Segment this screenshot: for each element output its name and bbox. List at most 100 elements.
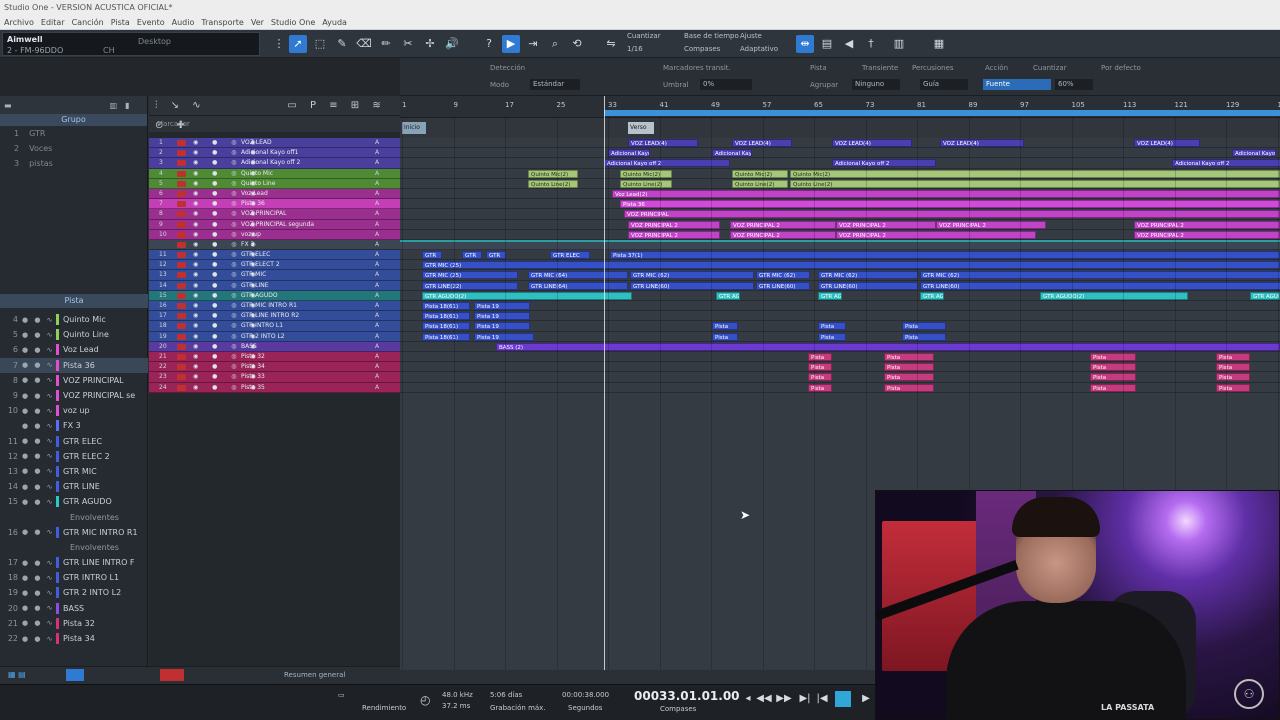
pencil-tool-icon[interactable]: ✏ — [377, 35, 395, 53]
visibility-icon[interactable]: ● ● ∿ — [22, 483, 56, 491]
audio-event[interactable]: Pista 18(61) — [422, 312, 470, 321]
track-list-row[interactable]: 12 ● ● ∿ GTR ELEC 2 — [0, 449, 148, 464]
track-header[interactable]: 17 ◉ ● ◎ ◉ GTR LINE INTRO R2 A — [149, 311, 400, 322]
umbral-field[interactable]: 0% — [700, 79, 752, 90]
visibility-icon[interactable]: ● ● ∿ — [22, 467, 56, 475]
listen-tool-icon[interactable]: 🔊 — [443, 35, 461, 53]
track-list-row[interactable]: 4 ● ● ∿ Quinto Mic — [0, 312, 148, 327]
automation-icon[interactable]: A — [375, 321, 379, 330]
record-arm-button[interactable] — [177, 160, 186, 167]
track-list-row[interactable]: ● ● ∿ FX 3 — [0, 418, 148, 433]
audio-event[interactable]: Quinto Mic(2) — [790, 169, 1280, 178]
rewind-icon[interactable]: ◀◀ — [756, 691, 772, 707]
automation-icon[interactable]: A — [375, 148, 379, 157]
audio-event[interactable]: VOZ PRINCIPAL 2 — [628, 220, 720, 229]
audio-event[interactable]: Pista — [1216, 383, 1250, 392]
automation-icon[interactable]: A — [375, 240, 379, 249]
bar-position[interactable]: 00033.01.01.00 — [634, 689, 740, 703]
fuente-percent[interactable]: 60% — [1055, 79, 1093, 90]
audio-event[interactable]: GTR MIC (62) — [756, 271, 810, 280]
audio-event[interactable]: Pista — [818, 332, 846, 341]
track-header[interactable]: 12 ◉ ● ◎ ◉ GTR ELECT 2A — [149, 260, 400, 271]
track-list-row[interactable]: 16 ● ● ∿ GTR MIC INTRO R1 — [0, 525, 148, 540]
record-arm-button[interactable] — [177, 272, 186, 279]
track-header[interactable]: 10 ◉ ● ◎ ◉ voz up A — [149, 229, 400, 240]
automation-icon[interactable]: A — [375, 179, 379, 188]
menu-item[interactable]: Editar — [41, 15, 65, 29]
record-panel-icon[interactable] — [160, 669, 184, 681]
visibility-icon[interactable]: ● ● ∿ — [22, 589, 56, 597]
track-header[interactable]: 24 ◉ ● ◎ ◉ Pista 35 A — [149, 382, 400, 393]
visibility-icon[interactable]: ● ● ∿ — [22, 619, 56, 627]
record-arm-button[interactable] — [177, 353, 186, 360]
automation-icon[interactable]: A — [375, 189, 379, 198]
record-arm-button[interactable] — [177, 303, 186, 309]
audio-event[interactable]: GTR LINE(22) — [422, 281, 518, 290]
audio-event[interactable]: Voz Lead(2) — [612, 189, 1280, 198]
menu-item[interactable]: Evento — [137, 15, 165, 29]
record-arm-button[interactable] — [177, 364, 186, 371]
record-arm-button[interactable] — [177, 292, 186, 299]
record-arm-button[interactable] — [177, 241, 186, 248]
automation-icon[interactable]: A — [375, 230, 379, 239]
record-arm-button[interactable] — [177, 252, 186, 259]
track-list-row[interactable]: 17 ● ● ∿ GTR LINE INTRO F — [0, 555, 148, 570]
track-header[interactable]: 3 ◉ ● ◎ ◉ Adicional Kayo off 2A — [149, 158, 400, 169]
visibility-icon[interactable]: ● ● ∿ — [22, 498, 56, 506]
track-list-row[interactable]: 5 ● ● ∿ Quinto Line — [0, 327, 148, 342]
skip-start-icon[interactable]: |◀ — [814, 691, 830, 707]
audio-event[interactable]: Pista — [884, 373, 934, 382]
track-list-row[interactable]: 19 ● ● ∿ GTR 2 INTO L2 — [0, 585, 148, 600]
group-row[interactable]: 1 GTR — [0, 126, 147, 141]
record-arm-button[interactable] — [177, 374, 186, 381]
audio-event[interactable]: Pista — [712, 332, 738, 341]
list-icon[interactable]: ▬ — [4, 101, 12, 110]
audio-event[interactable]: Pista 18(61) — [422, 322, 470, 331]
audio-event[interactable]: GTR AGUDO(2) — [716, 291, 740, 300]
track-header[interactable]: 22 ◉ ● ◎ ◉ Pista 34 A — [149, 362, 400, 373]
audio-event[interactable]: Pista 36 — [620, 200, 1280, 209]
track-list-row[interactable]: Envolventes — [0, 540, 148, 555]
track-header[interactable]: 7 ◉ ● ◎ ◉ Pista 36 A — [149, 199, 400, 210]
track-lane[interactable]: GTR GTR GTR GTR ELEC Pista 37(1) — [400, 250, 1280, 261]
automation-icon[interactable]: A — [375, 342, 379, 351]
audio-event[interactable]: Pista — [1090, 352, 1136, 361]
cuantizar-button[interactable]: Cuantizar — [1033, 64, 1067, 72]
record-arm-button[interactable] — [177, 190, 186, 197]
visibility-icon[interactable]: ● ● ∿ — [22, 361, 56, 369]
visibility-icon[interactable]: ● ● ∿ — [22, 635, 56, 643]
track-lane[interactable]: Pista Pista Pista Pista — [400, 362, 1280, 373]
song-info-box[interactable]: Aimwell 2 - FM-96DDO Desktop CH — [2, 32, 260, 56]
visibility-icon[interactable]: ● ● ∿ — [22, 422, 56, 430]
autoscroll-icon[interactable]: ▶ — [502, 35, 520, 53]
track-lane[interactable]: VOZ LEAD(4) VOZ LEAD(4) VOZ LEAD(4) VOZ LEA… — [400, 138, 1280, 149]
record-arm-button[interactable] — [177, 180, 186, 187]
automation-icon[interactable]: A — [375, 199, 379, 208]
track-lane[interactable]: Pista 18(61) Pista 19 Pista Pista Pista — [400, 321, 1280, 332]
track-list-row[interactable]: 20 ● ● ∿ BASS — [0, 601, 148, 616]
track-lane[interactable]: Pista Pista Pista Pista — [400, 383, 1280, 393]
track-list-row[interactable]: 14 ● ● ∿ GTR LINE — [0, 479, 148, 494]
record-arm-button[interactable] — [177, 221, 186, 228]
link-icon[interactable]: ⇋ — [602, 35, 620, 53]
audio-event[interactable]: Quinto Line(2) — [528, 179, 578, 188]
visibility-icon[interactable]: ● ● ∿ — [22, 376, 56, 384]
visibility-icon[interactable]: ● ● ∿ — [22, 528, 56, 536]
visibility-icon[interactable]: ● ● ∿ — [22, 559, 56, 567]
group-row[interactable]: 2 Voces — [0, 141, 147, 156]
group-row[interactable]: 3 pistas — [0, 156, 147, 171]
default-button[interactable]: Por defecto — [1101, 64, 1141, 72]
audio-event[interactable]: Pista 19 — [474, 332, 534, 341]
marker-verso[interactable]: Verso — [628, 122, 654, 134]
track-lane[interactable]: GTR MIC (25) GTR MIC (64) GTR MIC (62) GTR … — [400, 270, 1280, 281]
marker-lane[interactable]: Inicio Verso — [400, 118, 1280, 138]
menu-item[interactable]: Archivo — [4, 15, 34, 29]
edit-icon[interactable]: ▦ ▤ — [8, 670, 26, 679]
track-lane[interactable]: BASS (2) — [400, 342, 1280, 352]
visibility-icon[interactable]: ● ● ∿ — [22, 452, 56, 460]
record-arm-button[interactable] — [177, 384, 186, 391]
automation-icon[interactable]: A — [375, 332, 379, 341]
track-header[interactable]: 6 ◉ ● ◎ ◉ Voz Lead A — [149, 188, 400, 200]
automation-icon[interactable]: A — [375, 352, 379, 361]
record-arm-button[interactable] — [177, 282, 186, 289]
